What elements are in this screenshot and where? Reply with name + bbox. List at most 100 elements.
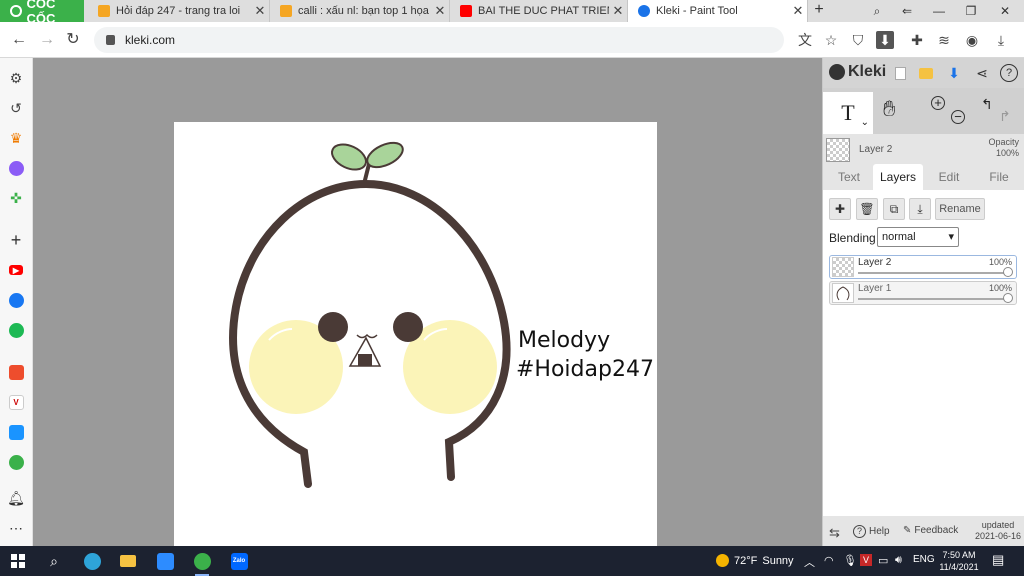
tab-file[interactable]: File: [975, 164, 1023, 190]
tab-calli[interactable]: calli : xấu nl: bạn top 1 họa vẽ ✕: [270, 0, 450, 22]
sync-icon[interactable]: ≋: [935, 31, 953, 49]
close-tab-icon[interactable]: ✕: [609, 3, 627, 19]
vietkey-icon[interactable]: V: [860, 554, 872, 566]
language-indicator[interactable]: ENG: [913, 554, 935, 565]
wifi-icon[interactable]: ◠: [824, 554, 834, 567]
more-icon[interactable]: ⋯: [6, 518, 26, 538]
kleki-favicon-icon: [638, 5, 650, 17]
coccoc-game-icon[interactable]: [6, 452, 26, 472]
settings-gear-icon[interactable]: ⚙: [6, 68, 26, 88]
tab-layers[interactable]: Layers: [873, 164, 923, 190]
tab-kleki[interactable]: Kleki - Paint Tool ✕: [628, 0, 808, 22]
browser-tab-bar: CỐC CỐC Hỏi đáp 247 - trang tra loi ✕ ca…: [0, 0, 1024, 26]
notification-bell-icon[interactable]: 🔔︎: [6, 488, 26, 508]
save-download-icon[interactable]: ⬇: [945, 64, 963, 82]
layer-opacity-slider[interactable]: [858, 298, 1008, 300]
minimize-button[interactable]: —: [924, 0, 954, 22]
rename-button[interactable]: Rename: [935, 198, 985, 220]
restore-button[interactable]: ❐: [956, 0, 986, 22]
close-tab-icon[interactable]: ✕: [789, 3, 807, 19]
tab-search-icon[interactable]: ⌕: [862, 0, 892, 22]
crown-icon[interactable]: ♛: [6, 128, 26, 148]
feedback-link[interactable]: ✎ Feedback: [903, 525, 958, 536]
help-link[interactable]: ? Help: [853, 525, 890, 538]
volume-icon[interactable]: 🔊︎: [895, 554, 902, 567]
windows-start-icon[interactable]: [8, 551, 28, 571]
close-tab-icon[interactable]: ✕: [251, 3, 269, 19]
swap-sides-icon[interactable]: ⇆: [829, 525, 840, 541]
file-explorer-icon[interactable]: [118, 551, 138, 571]
kleki-logo[interactable]: Kleki: [829, 63, 886, 81]
battery-icon[interactable]: ▭: [878, 554, 888, 567]
open-folder-icon[interactable]: [917, 64, 935, 82]
download-icon[interactable]: ⬇: [876, 31, 894, 49]
zoom-in-icon[interactable]: +: [931, 96, 945, 110]
tiki-icon[interactable]: [6, 422, 26, 442]
coccoc-browser-icon[interactable]: [192, 551, 212, 576]
layer-opacity-handle[interactable]: [1003, 267, 1013, 277]
tab-text[interactable]: Text: [827, 164, 871, 190]
youtube-icon[interactable]: ▶: [6, 260, 26, 280]
tool-row: T ⌄ ✋︎ + − ↰ ↱: [823, 88, 1024, 134]
vtv-icon[interactable]: V: [6, 392, 26, 412]
help-icon[interactable]: ?: [1000, 64, 1018, 82]
search-icon[interactable]: ⌕: [44, 551, 64, 571]
bookmark-star-icon[interactable]: ☆: [822, 31, 840, 49]
system-clock[interactable]: 7:50 AM 11/4/2021: [936, 549, 982, 573]
layer-opacity-handle[interactable]: [1003, 293, 1013, 303]
layer-row[interactable]: Layer 1 100%: [829, 281, 1017, 305]
merge-layer-icon[interactable]: ⤓: [909, 198, 931, 220]
browser-brand[interactable]: CỐC CỐC: [0, 0, 84, 26]
canvas-text-name: Melodyy: [518, 328, 610, 353]
add-icon[interactable]: +: [6, 230, 26, 250]
forward-button[interactable]: →: [37, 30, 57, 50]
back-arrow-icon[interactable]: ⇐: [892, 0, 922, 22]
share-icon[interactable]: ⋖: [973, 64, 991, 82]
spotify-icon[interactable]: [6, 320, 26, 340]
delete-layer-icon[interactable]: 🗑︎: [856, 198, 878, 220]
close-tab-icon[interactable]: ✕: [431, 3, 449, 19]
zoom-app-icon[interactable]: [155, 551, 175, 571]
game-controller-icon[interactable]: ✜: [6, 188, 26, 208]
new-image-icon[interactable]: [891, 64, 909, 82]
new-tab-button[interactable]: +: [810, 1, 828, 21]
reload-button[interactable]: ↻: [63, 30, 83, 50]
extensions-puzzle-icon[interactable]: ✚: [908, 31, 926, 49]
hand-tool-icon[interactable]: ✋︎: [883, 96, 896, 122]
hoidap-favicon-icon: [98, 5, 110, 17]
layer-opacity-slider[interactable]: [858, 272, 1008, 274]
text-tool-button[interactable]: T ⌄: [823, 92, 873, 134]
lock-icon: [106, 35, 115, 45]
history-icon[interactable]: ↺: [6, 98, 26, 118]
zalo-app-icon[interactable]: Zalo: [229, 551, 249, 571]
weather-widget[interactable]: 72°F Sunny: [716, 554, 794, 567]
shopee-icon[interactable]: [6, 362, 26, 382]
edge-browser-icon[interactable]: [82, 551, 102, 571]
sun-icon: [716, 554, 729, 567]
microphone-icon[interactable]: 🎙︎: [843, 554, 857, 567]
notification-center-icon[interactable]: ▤: [992, 552, 1004, 568]
kleki-logo-text: Kleki: [848, 63, 887, 80]
duplicate-layer-icon[interactable]: ⧉: [883, 198, 905, 220]
profile-icon[interactable]: ◉: [963, 31, 981, 49]
tab-edit[interactable]: Edit: [925, 164, 973, 190]
blending-select[interactable]: normal: [877, 227, 959, 247]
translate-icon[interactable]: 文: [796, 31, 814, 49]
tab-youtube[interactable]: BAI THE DUC PHAT TRIEN CHUNG ✕: [450, 0, 628, 22]
redo-icon[interactable]: ↱: [999, 108, 1011, 125]
back-button[interactable]: ←: [9, 30, 29, 50]
drawing-canvas[interactable]: Melodyy #Hoidap247: [174, 122, 657, 546]
zoom-out-icon[interactable]: −: [951, 110, 965, 124]
facebook-icon[interactable]: [6, 290, 26, 310]
layer-row[interactable]: Layer 2 100%: [829, 255, 1017, 279]
messenger-icon[interactable]: [6, 158, 26, 178]
tab-hoidap[interactable]: Hỏi đáp 247 - trang tra loi ✕: [88, 0, 270, 22]
close-window-button[interactable]: ✕: [990, 0, 1020, 22]
shield-icon[interactable]: ⛉: [849, 31, 867, 49]
url-field[interactable]: kleki.com: [94, 27, 784, 53]
undo-icon[interactable]: ↰: [981, 96, 993, 113]
panel-header: Kleki ⬇ ⋖ ?: [823, 58, 1024, 88]
add-layer-icon[interactable]: ✚: [829, 198, 851, 220]
downloads-icon[interactable]: ⤓: [992, 31, 1010, 49]
show-hidden-icons-icon[interactable]: ︿: [804, 554, 815, 570]
